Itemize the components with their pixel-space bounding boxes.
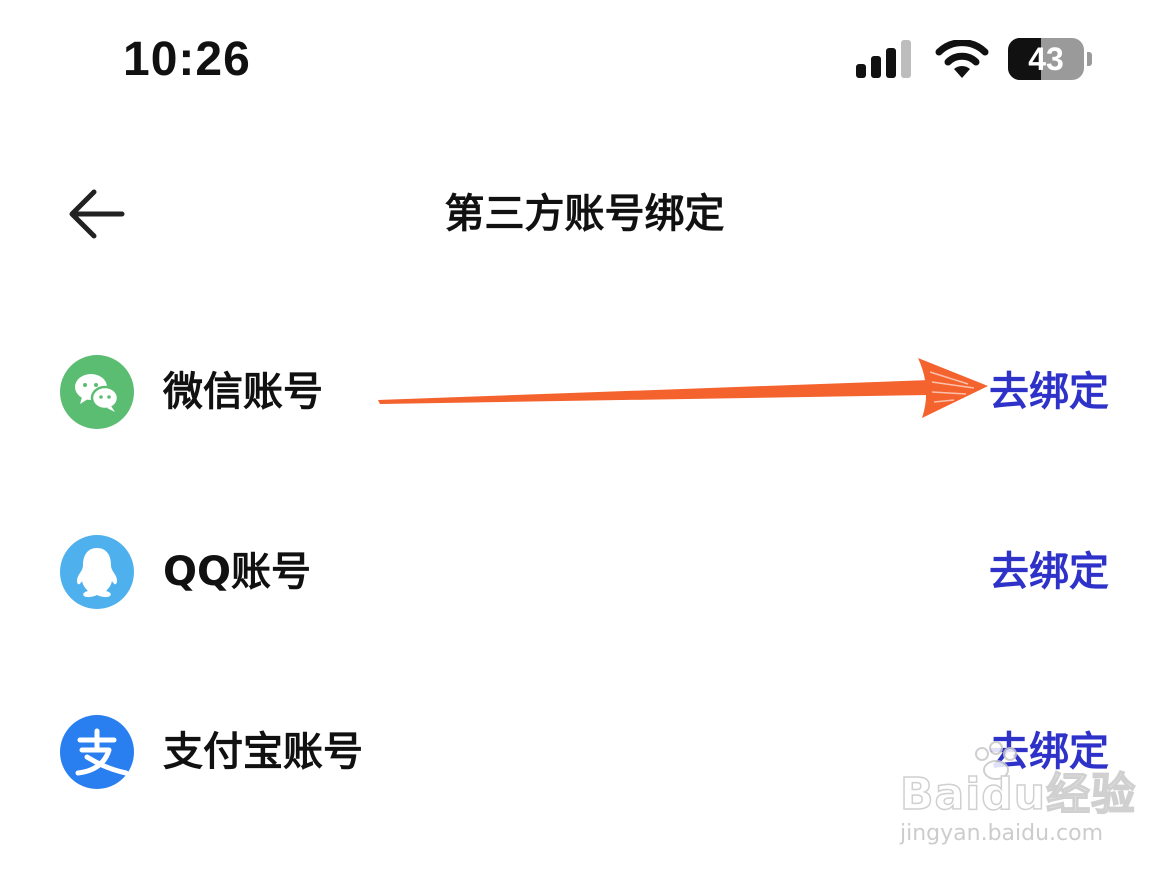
page-title: 第三方账号绑定 xyxy=(444,191,725,237)
qq-penguin-icon xyxy=(60,535,134,609)
account-label: 支付宝账号 xyxy=(163,729,363,775)
battery-level: 43 xyxy=(1028,41,1064,77)
list-item-wechat: 微信账号 去绑定 xyxy=(0,337,1169,447)
status-time: 10:26 xyxy=(123,33,251,86)
account-label: QQ账号 xyxy=(163,549,312,595)
watermark-url: jingyan.baidu.com xyxy=(900,821,1104,846)
wifi-icon xyxy=(934,39,990,78)
battery-indicator: 43 xyxy=(1008,38,1092,80)
bind-wechat-button[interactable]: 去绑定 xyxy=(989,363,1109,421)
screen: 10:26 43 第三方账号绑定 微信账号 去绑定 QQ账号 去绑定 支付宝账号… xyxy=(0,0,1169,877)
cellular-signal-icon xyxy=(856,40,914,78)
list-item-qq: QQ账号 去绑定 xyxy=(0,517,1169,627)
wechat-icon xyxy=(60,355,134,429)
bind-alipay-button[interactable]: 去绑定 xyxy=(989,723,1109,781)
bind-qq-button[interactable]: 去绑定 xyxy=(989,543,1109,601)
alipay-icon xyxy=(60,715,134,789)
battery-body: 43 xyxy=(1008,38,1084,80)
account-label: 微信账号 xyxy=(163,369,323,415)
battery-cap xyxy=(1087,52,1092,66)
list-item-alipay: 支付宝账号 去绑定 xyxy=(0,697,1169,807)
